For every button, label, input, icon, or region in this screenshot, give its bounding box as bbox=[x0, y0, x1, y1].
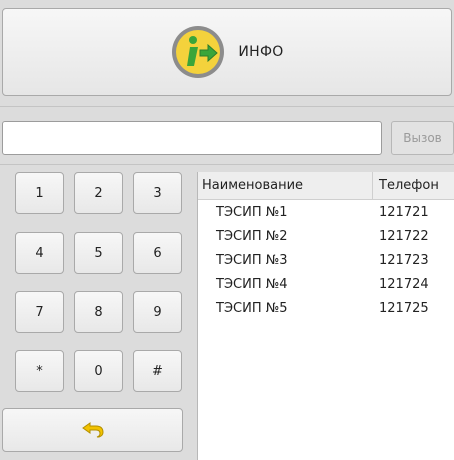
contact-phone: 121725 bbox=[379, 300, 429, 316]
key-5[interactable]: 5 bbox=[74, 232, 123, 274]
key-7[interactable]: 7 bbox=[15, 291, 64, 333]
key-1[interactable]: 1 bbox=[15, 172, 64, 214]
table-header: Наименование Телефон bbox=[198, 172, 454, 200]
table-row[interactable]: ТЭСИП №4 121724 bbox=[198, 272, 454, 296]
key-2[interactable]: 2 bbox=[74, 172, 123, 214]
contact-phone: 121721 bbox=[379, 204, 429, 220]
key-6[interactable]: 6 bbox=[133, 232, 182, 274]
key-3[interactable]: 3 bbox=[133, 172, 182, 214]
divider bbox=[0, 164, 454, 165]
table-row[interactable]: ТЭСИП №1 121721 bbox=[198, 200, 454, 224]
contacts-table[interactable]: Наименование Телефон ТЭСИП №1 121721 ТЭС… bbox=[197, 172, 454, 460]
column-header-name[interactable]: Наименование bbox=[198, 172, 373, 199]
table-row[interactable]: ТЭСИП №5 121725 bbox=[198, 296, 454, 320]
divider bbox=[0, 106, 454, 107]
key-star[interactable]: * bbox=[15, 350, 64, 392]
key-4[interactable]: 4 bbox=[15, 232, 64, 274]
table-row[interactable]: ТЭСИП №2 121722 bbox=[198, 224, 454, 248]
contact-phone: 121722 bbox=[379, 228, 429, 244]
call-button[interactable]: Вызов bbox=[391, 121, 454, 155]
key-8[interactable]: 8 bbox=[74, 291, 123, 333]
table-row[interactable]: ТЭСИП №3 121723 bbox=[198, 248, 454, 272]
contact-name: ТЭСИП №5 bbox=[216, 300, 288, 316]
contact-phone: 121724 bbox=[379, 276, 429, 292]
key-9[interactable]: 9 bbox=[133, 291, 182, 333]
key-hash[interactable]: # bbox=[133, 350, 182, 392]
phone-number-input[interactable] bbox=[2, 121, 382, 155]
key-0[interactable]: 0 bbox=[74, 350, 123, 392]
backspace-button[interactable] bbox=[2, 408, 183, 452]
contact-name: ТЭСИП №4 bbox=[216, 276, 288, 292]
contact-name: ТЭСИП №3 bbox=[216, 252, 288, 268]
column-header-phone[interactable]: Телефон bbox=[373, 178, 439, 193]
contact-name: ТЭСИП №2 bbox=[216, 228, 288, 244]
contact-name: ТЭСИП №1 bbox=[216, 204, 288, 220]
info-button-label: ИНФО bbox=[238, 44, 284, 60]
contact-phone: 121723 bbox=[379, 252, 429, 268]
info-arrow-icon bbox=[172, 26, 225, 78]
return-arrow-icon bbox=[81, 422, 104, 438]
info-button[interactable]: ИНФО bbox=[2, 8, 452, 96]
